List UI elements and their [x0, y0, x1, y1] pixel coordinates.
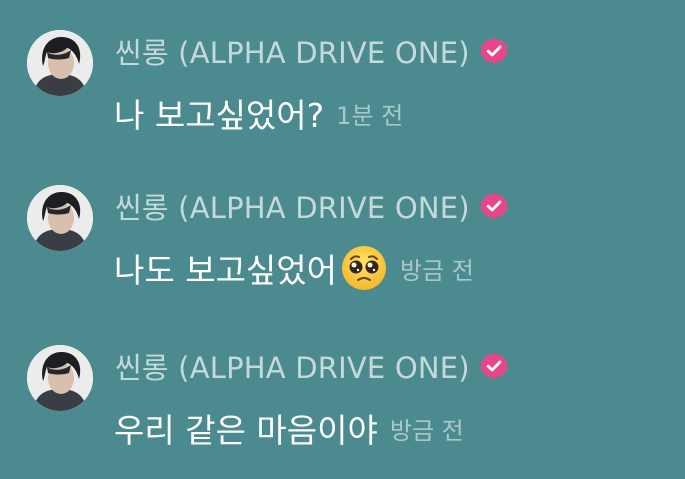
verified-badge-icon — [479, 191, 509, 221]
avatar-photo — [27, 30, 93, 96]
message-row: 나도 보고싶었어 방금 전 — [114, 240, 474, 296]
sender-name[interactable]: 씬롱 (ALPHA DRIVE ONE) — [115, 30, 470, 72]
timestamp: 방금 전 — [389, 416, 464, 445]
avatar[interactable] — [27, 30, 93, 96]
pleading-face-emoji — [340, 244, 388, 292]
avatar[interactable] — [27, 185, 93, 251]
verified-badge-icon — [479, 351, 509, 381]
sender-row: 씬롱 (ALPHA DRIVE ONE) — [115, 30, 509, 72]
chat-message: 씬롱 (ALPHA DRIVE ONE) 나도 보고싶었어 방금 전 — [0, 155, 685, 290]
verified-badge-icon — [479, 36, 509, 66]
avatar-photo — [27, 345, 93, 411]
timestamp: 1분 전 — [336, 101, 404, 130]
chat-message-list: 씬롱 (ALPHA DRIVE ONE) 나 보고싶었어? 1분 전 씬롱 (A… — [0, 0, 685, 479]
chat-message: 씬롱 (ALPHA DRIVE ONE) 나 보고싶었어? 1분 전 — [0, 0, 685, 135]
message-row: 나 보고싶었어? 1분 전 — [114, 85, 403, 141]
message-text: 우리 같은 마음이야 — [114, 411, 378, 450]
avatar[interactable] — [27, 345, 93, 411]
message-text: 나도 보고싶었어 — [114, 251, 338, 290]
sender-row: 씬롱 (ALPHA DRIVE ONE) — [115, 185, 509, 227]
chat-message: 씬롱 (ALPHA DRIVE ONE) 우리 같은 마음이야 방금 전 — [0, 315, 685, 450]
message-row: 우리 같은 마음이야 방금 전 — [114, 400, 464, 456]
sender-name[interactable]: 씬롱 (ALPHA DRIVE ONE) — [115, 345, 470, 387]
avatar-photo — [27, 185, 93, 251]
sender-row: 씬롱 (ALPHA DRIVE ONE) — [115, 345, 509, 387]
timestamp: 방금 전 — [400, 256, 474, 285]
message-text: 나 보고싶었어? — [114, 96, 325, 135]
sender-name[interactable]: 씬롱 (ALPHA DRIVE ONE) — [115, 185, 470, 227]
